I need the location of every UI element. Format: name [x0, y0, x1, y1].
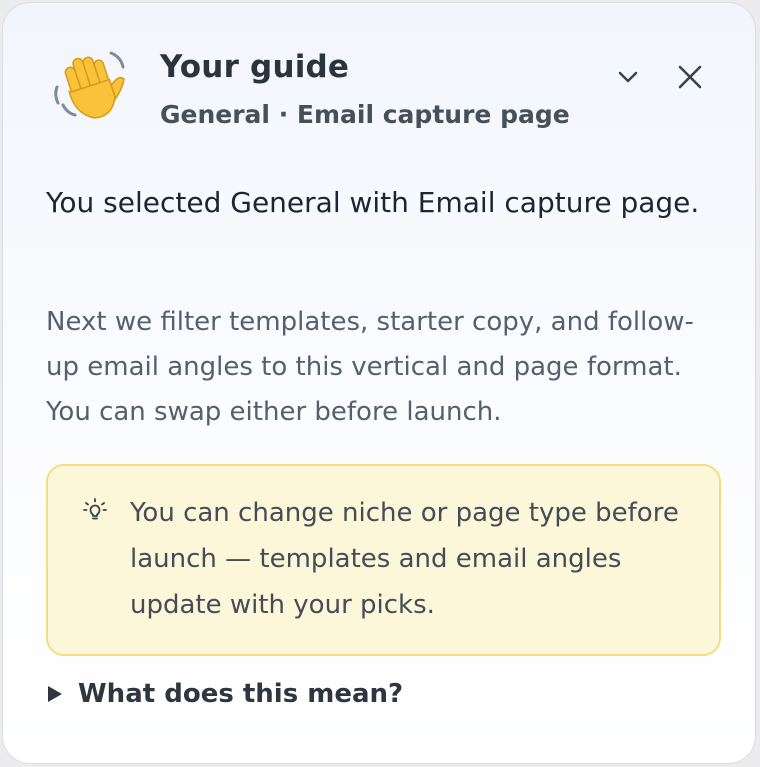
collapse-button[interactable]: [609, 58, 647, 96]
guide-panel: Your guide General · Email capture page …: [2, 2, 756, 764]
close-button[interactable]: [668, 55, 712, 99]
guide-title: Your guide: [160, 49, 350, 85]
close-icon: [678, 65, 702, 89]
lightbulb-icon: [83, 498, 107, 520]
guide-subtitle: General · Email capture page: [160, 100, 570, 129]
chevron-down-icon: [618, 71, 638, 83]
waving-hand-icon: [54, 51, 125, 119]
disclosure-label: What does this mean?: [78, 679, 404, 709]
tip-text: You can change niche or page type before…: [130, 498, 679, 620]
selection-summary: You selected General with Email capture …: [46, 186, 700, 219]
caret-right-icon: [48, 686, 62, 702]
tip-callout: You can change niche or page type before…: [46, 464, 721, 656]
what-does-this-mean-toggle[interactable]: What does this mean?: [46, 679, 403, 709]
next-steps-text: Next we filter templates, starter copy, …: [46, 307, 694, 427]
